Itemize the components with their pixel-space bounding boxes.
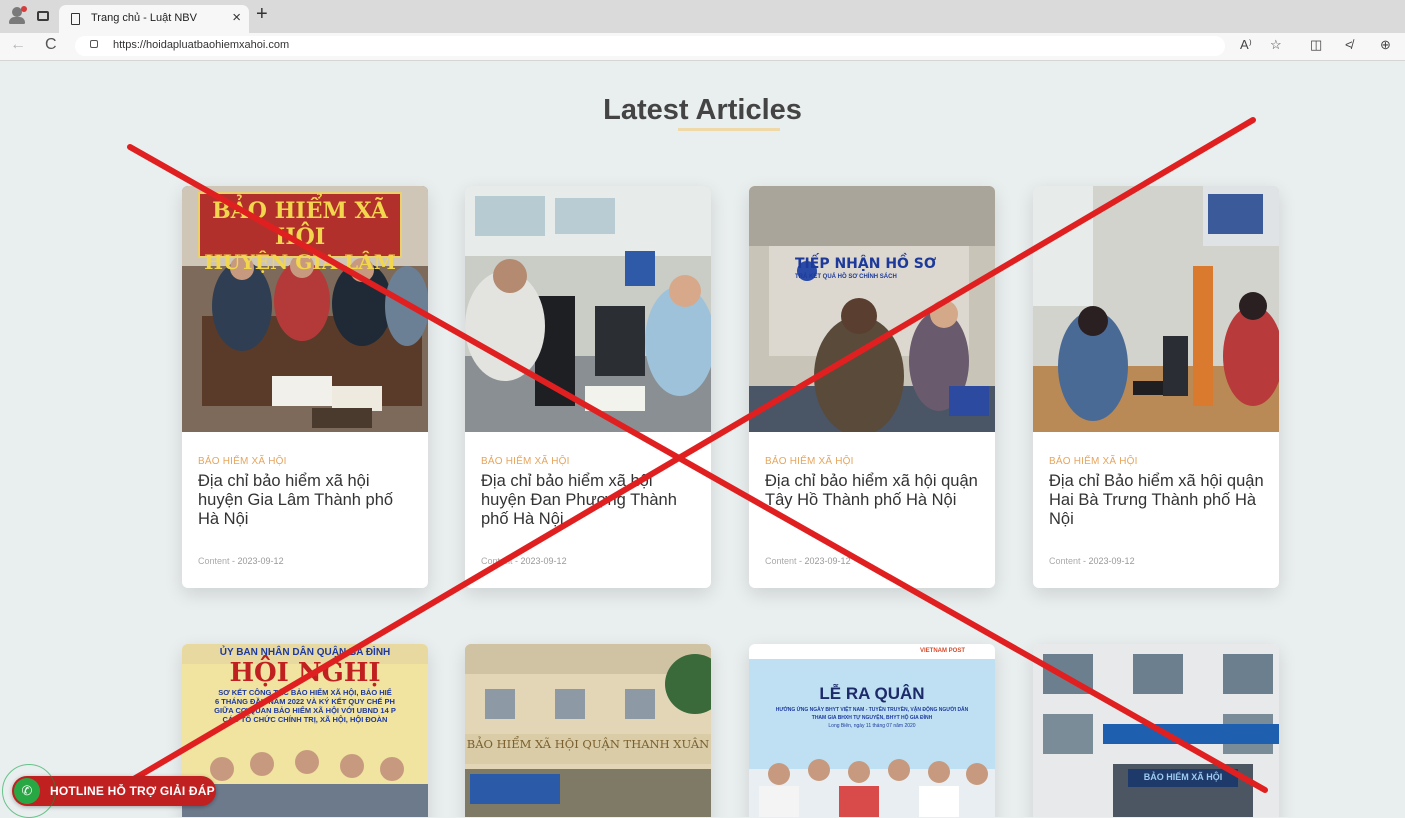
banner-logo: VIETNAM POST [919, 648, 965, 654]
banner-line-3: SƠ KẾT CÔNG TÁC BẢO HIỂM XÃ HỘI, BẢO HIỂ [218, 688, 392, 697]
profile-icon[interactable] [8, 6, 27, 25]
article-meta: Content - 2023-09-12 [198, 556, 284, 566]
article-card[interactable]: TIẾP NHẬN HỒ SƠ TRẢ KẾT QUẢ HỒ SƠ CHÍNH … [749, 186, 995, 588]
article-image[interactable]: BẢO HIỂM XÃ HỘI [1033, 644, 1279, 817]
article-card[interactable]: ỦY BAN NHÂN DÂN QUẬN BA ĐÌNH HỘI NGHỊ SƠ… [182, 644, 428, 817]
page-content: Latest Articles BẢO HIỂM XÃ HỘI HUYỆN GI… [0, 61, 1405, 817]
article-card[interactable]: BẢO HIỂM XÃ HỘI QUẬN THANH XUÂN [465, 644, 711, 817]
image-banner: ỦY BAN NHÂN DÂN QUẬN BA ĐÌNH HỘI NGHỊ SƠ… [182, 644, 428, 724]
image-banner: BẢO HIỂM XÃ HỘI QUẬN THANH XUÂN [465, 737, 711, 751]
tabs-icon[interactable] [37, 11, 49, 21]
phone-icon[interactable]: ✆ [14, 778, 40, 804]
article-category[interactable]: BẢO HIỂM XÃ HỘI [1049, 456, 1138, 467]
section-heading: Latest Articles [603, 94, 802, 126]
tab-title: Trang chủ - Luật NBV [91, 12, 197, 24]
article-author[interactable]: Content [198, 556, 230, 566]
article-card[interactable]: BẢO HIỂM XÃ HỘI Địa chỉ Bảo hiểm xã hội … [1033, 186, 1279, 588]
article-image[interactable]: BẢO HIỂM XÃ HỘI HUYỆN GIA LÂM [182, 186, 428, 432]
banner-line-5: GIỮA CƠ QUAN BẢO HIỂM XÃ HỘI VỚI UBND 14… [214, 706, 396, 715]
new-tab-icon[interactable]: + [256, 3, 268, 26]
article-category[interactable]: BẢO HIỂM XÃ HỘI [198, 456, 287, 467]
url-text: https://hoidapluatbaohiemxahoi.com [113, 39, 290, 51]
article-image[interactable] [465, 186, 711, 432]
extensions-icon[interactable]: ⊕ [1380, 37, 1391, 53]
favorites-list-icon[interactable]: ≮ [1345, 37, 1353, 52]
article-image[interactable]: TIẾP NHẬN HỒ SƠ TRẢ KẾT QUẢ HỒ SƠ CHÍNH … [749, 186, 995, 432]
hotline-button[interactable]: ✆ HOTLINE HỖ TRỢ GIẢI ĐÁP [2, 764, 216, 818]
article-date: 2023-09-12 [1088, 556, 1135, 566]
browser-tab[interactable]: Trang chủ - Luật NBV × [59, 5, 249, 33]
article-meta: Content - 2023-09-12 [765, 556, 851, 566]
image-banner: TIẾP NHẬN HỒ SƠ TRẢ KẾT QUẢ HỒ SƠ CHÍNH … [795, 256, 965, 280]
article-title[interactable]: Địa chỉ bảo hiểm xã hội huyện Gia Lâm Th… [198, 472, 418, 529]
article-image[interactable] [1033, 186, 1279, 432]
article-category[interactable]: BẢO HIỂM XÃ HỘI [765, 456, 854, 467]
page-icon [71, 13, 80, 25]
lock-icon[interactable] [90, 40, 98, 48]
article-title[interactable]: Địa chỉ bảo hiểm xã hội quận Tây Hồ Thàn… [765, 472, 985, 510]
banner-line-4: 6 THÁNG ĐẦU NĂM 2022 VÀ KÝ KẾT QUY CHẾ P… [215, 697, 395, 706]
banner-line-1: BẢO HIỂM XÃ HỘI QUẬN THANH XUÂN [466, 737, 710, 751]
article-date: 2023-09-12 [520, 556, 567, 566]
article-card[interactable]: VIETNAM POST LỄ RA QUÂN HƯỞNG ỨNG NGÀY B… [749, 644, 995, 817]
article-image[interactable]: BẢO HIỂM XÃ HỘI QUẬN THANH XUÂN [465, 644, 711, 817]
heading-underline [678, 128, 780, 131]
banner-line-1: BẢO HIỂM XÃ HỘI [1143, 772, 1223, 782]
browser-tab-bar: Trang chủ - Luật NBV × + [0, 0, 1405, 33]
banner-line-6: CÁC TỔ CHỨC CHÍNH TRỊ, XÃ HỘI, HỘI ĐOÀN [222, 715, 388, 724]
browser-address-bar: ← C https://hoidapluatbaohiemxahoi.com A… [0, 33, 1405, 61]
article-image[interactable]: ỦY BAN NHÂN DÂN QUẬN BA ĐÌNH HỘI NGHỊ SƠ… [182, 644, 428, 817]
article-category[interactable]: BẢO HIỂM XÃ HỘI [481, 456, 570, 467]
hotline-label[interactable]: HOTLINE HỖ TRỢ GIẢI ĐÁP [50, 784, 215, 798]
banner-line-1: LỄ RA QUÂN [819, 684, 925, 703]
banner-line-2: TRẢ KẾT QUẢ HỒ SƠ CHÍNH SÁCH [795, 274, 897, 280]
article-meta: Content - 2023-09-12 [1049, 556, 1135, 566]
article-title[interactable]: Địa chỉ bảo hiểm xã hội huyện Đan Phượng… [481, 472, 701, 529]
article-author[interactable]: Content [765, 556, 797, 566]
banner-line-3: THAM GIA BHXH TỰ NGUYỆN, BHYT HỘ GIA ĐÌN… [811, 715, 933, 721]
article-date: 2023-09-12 [237, 556, 284, 566]
article-card[interactable]: BẢO HIỂM XÃ HỘI HUYỆN GIA LÂM BẢO HIỂM X… [182, 186, 428, 588]
article-author[interactable]: Content [481, 556, 513, 566]
banner-line-1: BẢO HIỂM XÃ HỘI [212, 198, 388, 250]
article-image[interactable]: VIETNAM POST LỄ RA QUÂN HƯỞNG ỨNG NGÀY B… [749, 644, 995, 817]
banner-line-2: HƯỞNG ỨNG NGÀY BHYT VIỆT NAM - TUYÊN TRU… [775, 707, 969, 713]
banner-line-4: Long Biên, ngày 11 tháng 07 năm 2020 [828, 723, 916, 729]
read-aloud-icon[interactable]: A⁾ [1240, 37, 1252, 53]
image-banner: BẢO HIỂM XÃ HỘI HUYỆN GIA LÂM [198, 192, 402, 274]
image-banner: BẢO HIỂM XÃ HỘI [1128, 772, 1238, 782]
article-author[interactable]: Content [1049, 556, 1081, 566]
article-date: 2023-09-12 [804, 556, 851, 566]
article-card[interactable]: BẢO HIỂM XÃ HỘI [1033, 644, 1279, 817]
banner-line-1: TIẾP NHẬN HỒ SƠ [795, 256, 937, 272]
article-title[interactable]: Địa chỉ Bảo hiểm xã hội quận Hai Bà Trưn… [1049, 472, 1269, 529]
image-banner: VIETNAM POST LỄ RA QUÂN HƯỞNG ỨNG NGÀY B… [749, 648, 995, 729]
article-meta: Content - 2023-09-12 [481, 556, 567, 566]
reload-icon[interactable]: C [45, 36, 57, 54]
banner-line-1: ỦY BAN NHÂN DÂN QUẬN BA ĐÌNH [219, 647, 391, 658]
favorite-icon[interactable]: ☆ [1270, 37, 1282, 53]
split-screen-icon[interactable]: ◫ [1310, 37, 1322, 53]
back-icon[interactable]: ← [10, 36, 26, 54]
url-field[interactable]: https://hoidapluatbaohiemxahoi.com [75, 36, 1225, 56]
banner-line-2: HỘI NGHỊ [229, 658, 381, 688]
banner-line-2: HUYỆN GIA LÂM [204, 250, 396, 274]
article-card[interactable]: BẢO HIỂM XÃ HỘI Địa chỉ bảo hiểm xã hội … [465, 186, 711, 588]
tab-close-icon[interactable]: × [232, 9, 241, 26]
